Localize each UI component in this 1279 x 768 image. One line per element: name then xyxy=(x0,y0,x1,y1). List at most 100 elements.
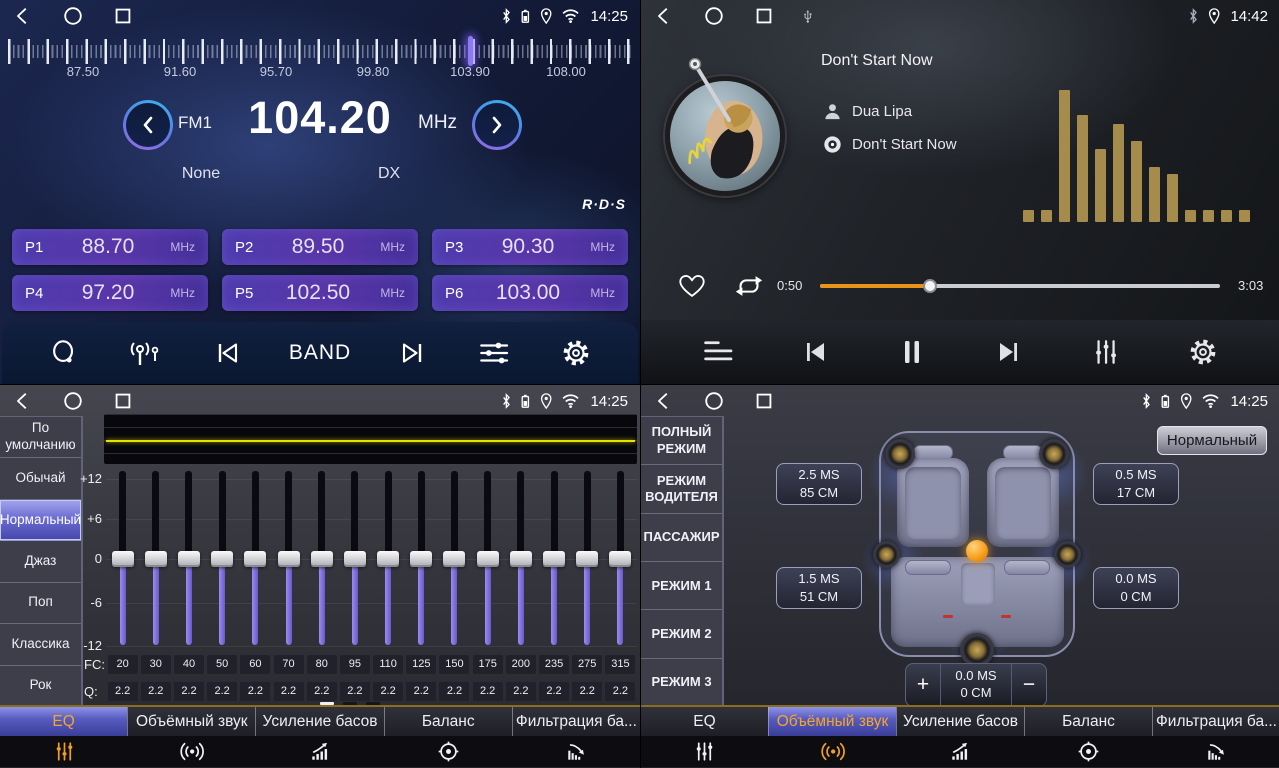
fc-value-chip[interactable]: 175 xyxy=(473,655,503,674)
q-value-chip[interactable]: 2.2 xyxy=(274,682,304,701)
subwoofer-filter-icon[interactable] xyxy=(1152,736,1279,767)
delay-mode-item[interactable]: РЕЖИМ 3 xyxy=(641,659,722,707)
tab-5-label[interactable]: Фильтрация ба... xyxy=(512,707,640,736)
eq-band-slider[interactable] xyxy=(471,467,504,655)
scan-search-icon[interactable] xyxy=(44,336,84,370)
eq-band-slider[interactable] xyxy=(139,467,172,655)
delay-mode-item[interactable]: ПАССАЖИР xyxy=(641,514,722,562)
fc-value-chip[interactable]: 110 xyxy=(373,655,403,674)
home-icon[interactable] xyxy=(703,390,725,412)
q-value-chip[interactable]: 2.2 xyxy=(406,682,436,701)
eq-sliders-icon[interactable] xyxy=(641,736,769,767)
eq-sliders-icon[interactable] xyxy=(0,736,128,767)
slider-knob[interactable] xyxy=(443,551,465,567)
delay-decrease-button[interactable]: − xyxy=(1012,664,1046,706)
slider-knob[interactable] xyxy=(410,551,432,567)
next-station-icon[interactable] xyxy=(393,336,433,370)
eq-band-slider[interactable] xyxy=(272,467,305,655)
recents-icon[interactable] xyxy=(753,5,775,27)
slider-knob[interactable] xyxy=(244,551,266,567)
q-value-chip[interactable]: 2.2 xyxy=(473,682,503,701)
eq-preset-item[interactable]: Рок xyxy=(0,666,81,707)
equalizer-settings-icon[interactable] xyxy=(1086,335,1126,369)
pause-icon[interactable] xyxy=(892,335,932,369)
q-value-chip[interactable]: 2.2 xyxy=(141,682,171,701)
recents-icon[interactable] xyxy=(112,390,134,412)
fc-value-chip[interactable]: 315 xyxy=(605,655,635,674)
eq-band-slider[interactable] xyxy=(305,467,338,655)
slider-knob[interactable] xyxy=(609,551,631,567)
front-right-delay-button[interactable]: 0.5 MS 17 CM xyxy=(1093,463,1179,505)
favorite-heart-icon[interactable] xyxy=(677,272,707,300)
eq-preset-item[interactable]: Обычай xyxy=(0,458,81,499)
fc-value-chip[interactable]: 80 xyxy=(307,655,337,674)
eq-preset-item[interactable]: Классика xyxy=(0,624,81,665)
fc-value-chip[interactable]: 70 xyxy=(274,655,304,674)
front-left-delay-button[interactable]: 2.5 MS 85 CM xyxy=(776,463,862,505)
repeat-icon[interactable] xyxy=(733,272,765,300)
broadcast-antenna-icon[interactable] xyxy=(125,336,165,370)
front-left-speaker-icon[interactable] xyxy=(885,439,915,469)
fc-value-chip[interactable]: 200 xyxy=(506,655,536,674)
delay-mode-item[interactable]: РЕЖИМ 2 xyxy=(641,610,722,658)
slider-knob[interactable] xyxy=(112,551,134,567)
q-value-chip[interactable]: 2.2 xyxy=(506,682,536,701)
q-value-chip[interactable]: 2.2 xyxy=(605,682,635,701)
balance-icon[interactable] xyxy=(384,736,512,767)
tab-2-label[interactable]: Объёмный звук xyxy=(768,707,896,736)
q-value-chip[interactable]: 2.2 xyxy=(340,682,370,701)
fc-value-chip[interactable]: 30 xyxy=(141,655,171,674)
back-icon[interactable] xyxy=(12,5,34,27)
tab-3-label[interactable]: Усиление басов xyxy=(896,707,1024,736)
preset-button-p4[interactable]: P497.20MHz xyxy=(12,275,208,311)
q-value-chip[interactable]: 2.2 xyxy=(373,682,403,701)
seek-bar-knob[interactable] xyxy=(923,279,937,293)
eq-band-slider[interactable] xyxy=(537,467,570,655)
slider-knob[interactable] xyxy=(311,551,333,567)
q-value-chip[interactable]: 2.2 xyxy=(174,682,204,701)
preset-button-p3[interactable]: P390.30MHz xyxy=(432,229,628,265)
slider-knob[interactable] xyxy=(377,551,399,567)
tab-3-label[interactable]: Усиление басов xyxy=(255,707,383,736)
tab-2-label[interactable]: Объёмный звук xyxy=(127,707,255,736)
frequency-dial[interactable] xyxy=(8,36,632,66)
eq-band-slider[interactable] xyxy=(604,467,637,655)
eq-preset-item[interactable]: Нормальный xyxy=(0,500,81,541)
eq-preset-item[interactable]: По умолчанию xyxy=(0,417,81,458)
eq-band-slider[interactable] xyxy=(206,467,239,655)
rear-right-speaker-icon[interactable] xyxy=(1054,541,1081,568)
fc-value-chip[interactable]: 275 xyxy=(572,655,602,674)
fc-value-chip[interactable]: 50 xyxy=(207,655,237,674)
settings-gear-icon[interactable] xyxy=(556,336,596,370)
recents-icon[interactable] xyxy=(112,5,134,27)
bass-boost-icon[interactable] xyxy=(897,736,1025,767)
equalizer-settings-icon[interactable] xyxy=(475,336,515,370)
tune-down-button[interactable] xyxy=(123,100,173,150)
fc-value-chip[interactable]: 125 xyxy=(406,655,436,674)
fc-value-chip[interactable]: 95 xyxy=(340,655,370,674)
playlist-icon[interactable] xyxy=(698,335,738,369)
q-value-chip[interactable]: 2.2 xyxy=(307,682,337,701)
delay-mode-item[interactable]: ПОЛНЫЙ РЕЖИМ xyxy=(641,417,722,465)
eq-band-slider[interactable] xyxy=(405,467,438,655)
eq-band-slider[interactable] xyxy=(571,467,604,655)
tab-1-label[interactable]: EQ xyxy=(0,707,127,736)
home-icon[interactable] xyxy=(703,5,725,27)
tab-4-label[interactable]: Баланс xyxy=(384,707,512,736)
slider-knob[interactable] xyxy=(145,551,167,567)
dial-indicator[interactable] xyxy=(468,36,473,66)
preset-button-p2[interactable]: P289.50MHz xyxy=(222,229,418,265)
back-icon[interactable] xyxy=(12,390,34,412)
slider-knob[interactable] xyxy=(278,551,300,567)
eq-band-slider[interactable] xyxy=(239,467,272,655)
rear-left-speaker-icon[interactable] xyxy=(873,541,900,568)
surround-icon[interactable] xyxy=(769,736,897,767)
back-icon[interactable] xyxy=(653,390,675,412)
q-value-chip[interactable]: 2.2 xyxy=(539,682,569,701)
previous-track-icon[interactable] xyxy=(795,335,835,369)
eq-band-slider[interactable] xyxy=(438,467,471,655)
home-icon[interactable] xyxy=(62,390,84,412)
settings-gear-icon[interactable] xyxy=(1183,335,1223,369)
slider-knob[interactable] xyxy=(477,551,499,567)
eq-band-slider[interactable] xyxy=(372,467,405,655)
